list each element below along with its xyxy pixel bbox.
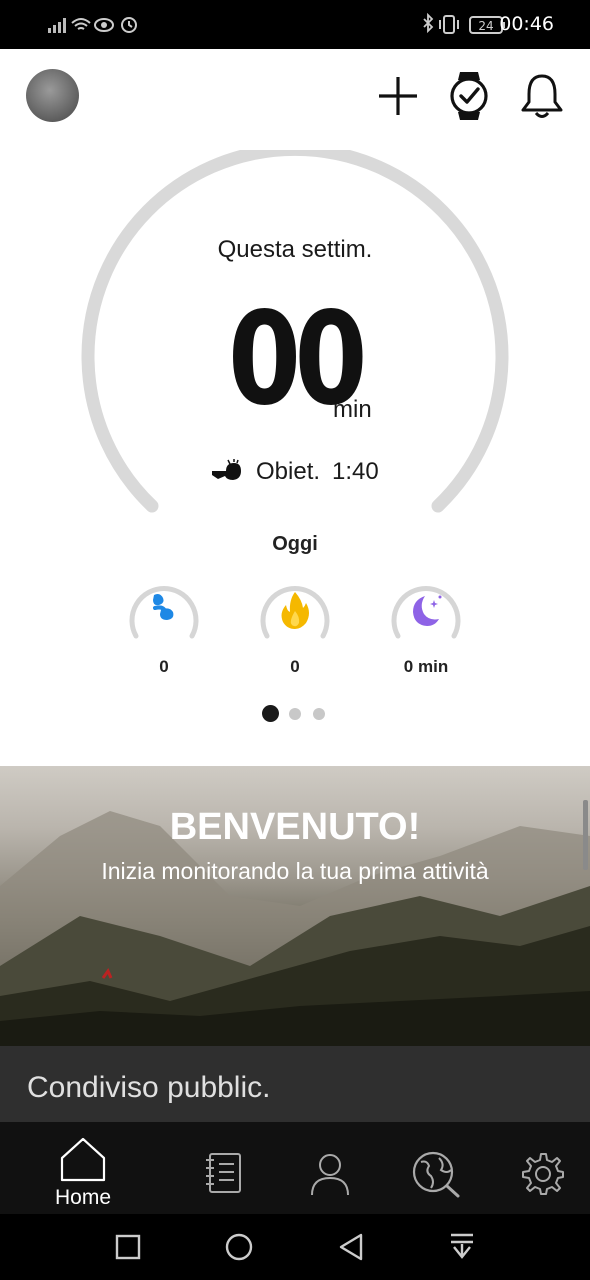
tab-map[interactable] xyxy=(408,1122,464,1214)
home-icon xyxy=(60,1137,106,1182)
welcome-banner[interactable]: BENVENUTO! Inizia monitorando la tua pri… xyxy=(0,766,590,1046)
notification-pull-icon[interactable] xyxy=(448,1232,476,1262)
today-label: Oggi xyxy=(272,533,318,555)
weekly-unit: min xyxy=(333,396,372,423)
status-icons-left xyxy=(48,17,137,33)
bottom-tab-bar: Home xyxy=(0,1122,590,1214)
tab-home-label: Home xyxy=(54,1186,112,1209)
home-circle-icon[interactable] xyxy=(224,1232,254,1262)
back-icon[interactable] xyxy=(337,1232,365,1262)
avatar[interactable] xyxy=(26,69,79,122)
gear-icon xyxy=(522,1153,564,1195)
tab-settings[interactable] xyxy=(516,1122,568,1214)
sleep-ring[interactable] xyxy=(389,578,463,642)
battery-level: 24 xyxy=(478,19,493,33)
welcome-subtitle: Inizia monitorando la tua prima attività xyxy=(101,858,489,884)
globe-search-icon xyxy=(412,1151,460,1198)
diary-icon xyxy=(206,1153,241,1193)
pager-dot-active[interactable] xyxy=(262,705,279,722)
shared-public-label: Condiviso pubblic. xyxy=(27,1071,271,1104)
welcome-title: BENVENUTO! xyxy=(169,806,421,848)
calories-value: 0 xyxy=(290,657,300,676)
whistle-icon xyxy=(212,459,241,480)
weekly-goal: Obiet. 1:40 xyxy=(210,455,379,489)
scrollbar[interactable] xyxy=(583,800,588,870)
pager-dot[interactable] xyxy=(313,708,325,720)
clock: 00:46 xyxy=(499,13,554,35)
goal-value: 1:40 xyxy=(332,458,379,485)
system-navigation-bar xyxy=(0,1214,590,1280)
recent-apps-icon[interactable] xyxy=(115,1234,141,1260)
steps-icon xyxy=(153,594,174,620)
watch-check-icon[interactable] xyxy=(448,70,490,122)
steps-value: 0 xyxy=(159,657,169,676)
plus-icon[interactable] xyxy=(376,74,420,118)
bell-icon[interactable] xyxy=(518,72,566,120)
person-icon xyxy=(311,1154,349,1196)
tab-diary[interactable] xyxy=(198,1122,250,1214)
sleep-moon-icon xyxy=(413,596,439,626)
tab-profile[interactable] xyxy=(304,1122,356,1214)
weekly-title: Questa settim. xyxy=(217,236,373,263)
status-bar: 24 00:46 xyxy=(0,0,590,49)
sleep-value: 0 min xyxy=(403,657,449,676)
calories-ring[interactable] xyxy=(258,578,332,642)
tab-home[interactable]: Home xyxy=(33,1122,133,1214)
goal-label: Obiet. xyxy=(256,458,321,485)
pager-dot[interactable] xyxy=(289,708,301,720)
steps-ring[interactable] xyxy=(127,578,201,642)
shared-public-section[interactable]: Condiviso pubblic. xyxy=(0,1046,590,1122)
status-icons-right: 24 xyxy=(423,13,505,34)
